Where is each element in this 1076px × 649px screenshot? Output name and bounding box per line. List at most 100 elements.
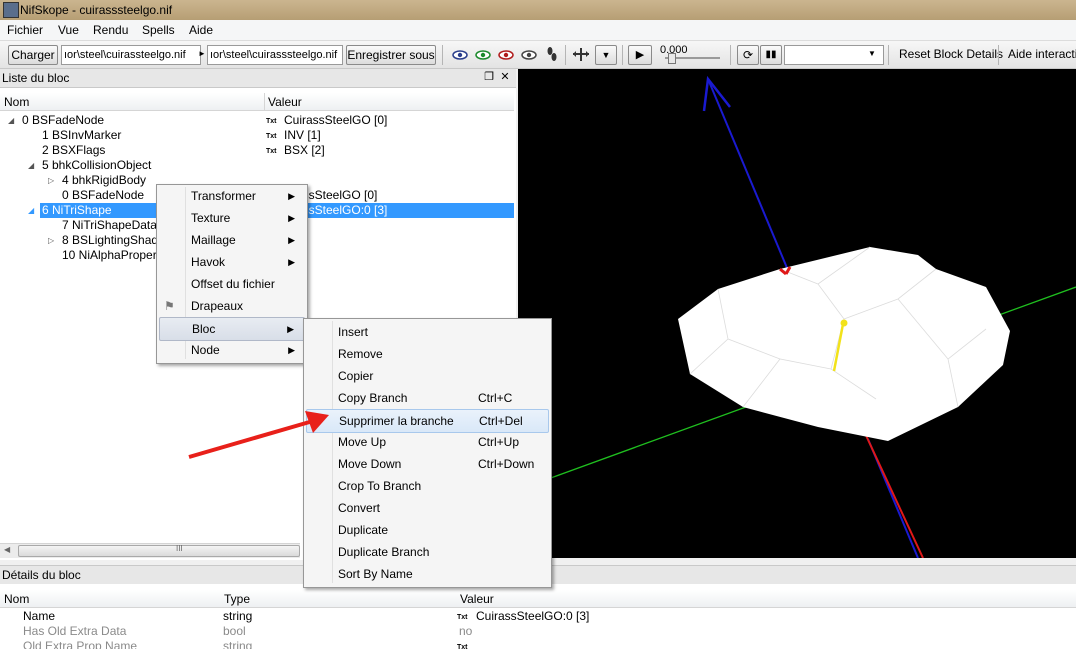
column-header-name[interactable]: Nom xyxy=(4,95,29,109)
column-header-value[interactable]: Valeur xyxy=(268,95,302,109)
details-row-value[interactable]: CuirassSteelGO:0 [3] xyxy=(476,609,589,624)
submenu-arrow-icon: ▶ xyxy=(288,345,295,355)
tree-row[interactable]: 1 BSInvMarker Txt INV [1] xyxy=(0,128,514,143)
tree-row-name: 6 NiTriShape xyxy=(42,203,112,217)
reset-block-details-button[interactable]: Reset Block Details xyxy=(899,47,1003,61)
view-eye-gray-icon[interactable] xyxy=(521,49,537,60)
details-column-type[interactable]: Type xyxy=(224,592,250,606)
details-row[interactable]: Old Extra Prop Name string Txt xyxy=(0,639,1076,649)
save-as-button[interactable]: Enregistrer sous xyxy=(346,45,436,65)
tree-row[interactable]: ◢ 5 bhkCollisionObject xyxy=(0,158,514,173)
horizontal-scrollbar[interactable]: ◀ III xyxy=(0,543,300,558)
expanded-arrow-icon[interactable]: ◢ xyxy=(8,113,14,128)
tree-row-name: 0 BSFadeNode xyxy=(22,113,105,127)
details-row-type: string xyxy=(223,609,253,623)
submenu-arrow-icon: ▶ xyxy=(288,213,295,223)
collapsed-arrow-icon[interactable]: ▷ xyxy=(48,233,54,248)
submenu-item-copier[interactable]: Copier xyxy=(306,365,549,387)
toolbar-separator xyxy=(622,45,623,65)
block-list-titlebar: Liste du bloc xyxy=(0,69,516,88)
app-icon xyxy=(3,2,19,18)
submenu-item-insert[interactable]: Insert xyxy=(306,321,549,343)
details-column-name[interactable]: Nom xyxy=(4,592,29,606)
menu-item-transformer[interactable]: Transformer ▶ xyxy=(159,185,305,207)
menu-bar: Fichier Vue Rendu Spells Aide xyxy=(0,20,1076,41)
scene-render xyxy=(547,75,1076,558)
tree-row-value: assSteelGO:0 [3] xyxy=(296,203,388,217)
walk-icon[interactable] xyxy=(546,46,558,63)
toolbar-separator xyxy=(730,45,731,65)
play-button[interactable]: ▶ xyxy=(628,45,652,65)
undock-icon[interactable]: ❐ xyxy=(483,71,495,83)
txt-icon: Txt xyxy=(266,148,277,155)
submenu-item-move-down[interactable]: Move Down Ctrl+Down xyxy=(306,453,549,475)
submenu-item-sort-by-name[interactable]: Sort By Name xyxy=(306,563,549,585)
load-path-field[interactable]: ıor\steel\cuirassteelgo.nif xyxy=(61,45,201,65)
submenu-item-convert[interactable]: Convert xyxy=(306,497,549,519)
view-eye-green-icon[interactable] xyxy=(475,49,491,60)
tree-row-name: 10 NiAlphaProper xyxy=(62,248,157,262)
bloc-submenu: Insert Remove Copier Copy Branch Ctrl+C S… xyxy=(303,318,552,588)
toolbar: Charger ıor\steel\cuirassteelgo.nif ► ıo… xyxy=(0,41,1076,69)
menu-item-maillage[interactable]: Maillage ▶ xyxy=(159,229,305,251)
load-button[interactable]: Charger xyxy=(8,45,58,65)
submenu-item-remove[interactable]: Remove xyxy=(306,343,549,365)
menu-item-offset-du-fichier[interactable]: Offset du fichier xyxy=(159,273,305,295)
tree-row[interactable]: 2 BSXFlags Txt BSX [2] xyxy=(0,143,514,158)
view-dropdown-button[interactable]: ▼ xyxy=(595,45,617,65)
scrollbar-thumb[interactable] xyxy=(18,545,300,557)
expanded-arrow-icon[interactable]: ◢ xyxy=(28,203,34,218)
interactive-help-button[interactable]: Aide interactive xyxy=(1008,47,1076,61)
tree-row[interactable]: ◢ 0 BSFadeNode Txt CuirassSteelGO [0] xyxy=(0,113,514,128)
details-row[interactable]: Name string Txt CuirassSteelGO:0 [3] xyxy=(0,609,1076,624)
tree-row-name: 2 BSXFlags xyxy=(42,143,106,157)
close-icon[interactable]: ✕ xyxy=(499,71,511,83)
details-row-type: string xyxy=(223,639,253,649)
txt-icon: Txt xyxy=(266,133,277,140)
menu-aide[interactable]: Aide xyxy=(189,23,213,37)
menu-rendu[interactable]: Rendu xyxy=(93,23,128,37)
scroll-left-icon[interactable]: ◀ xyxy=(4,545,10,554)
submenu-item-duplicate-branch[interactable]: Duplicate Branch xyxy=(306,541,549,563)
menu-item-node[interactable]: Node ▶ xyxy=(159,339,305,361)
menu-item-bloc[interactable]: Bloc ▶ xyxy=(159,317,305,341)
details-row-type: bool xyxy=(223,624,246,638)
submenu-item-supprimer-la-branche[interactable]: Supprimer la branche Ctrl+Del xyxy=(306,409,549,433)
render-viewport[interactable] xyxy=(518,69,1076,558)
menu-vue[interactable]: Vue xyxy=(58,23,79,37)
time-slider-handle[interactable] xyxy=(668,53,676,64)
toolbar-separator xyxy=(888,45,889,65)
details-column-value[interactable]: Valeur xyxy=(460,592,494,606)
switch-button[interactable]: ▮▮ xyxy=(760,45,782,65)
load-path-arrow-icon[interactable]: ► xyxy=(198,49,206,58)
details-row-name: Has Old Extra Data xyxy=(23,624,127,638)
menu-item-texture[interactable]: Texture ▶ xyxy=(159,207,305,229)
tree-row-value: BSX [2] xyxy=(284,143,325,157)
collapsed-arrow-icon[interactable]: ▷ xyxy=(48,173,54,188)
expanded-arrow-icon[interactable]: ◢ xyxy=(28,158,34,173)
menu-item-drapeaux[interactable]: ⚑ Drapeaux xyxy=(159,295,305,317)
submenu-arrow-icon: ▶ xyxy=(287,324,294,334)
submenu-item-duplicate[interactable]: Duplicate xyxy=(306,519,549,541)
move-axes-icon[interactable] xyxy=(572,47,590,62)
loop-button[interactable]: ⟳ xyxy=(737,45,759,65)
submenu-item-move-up[interactable]: Move Up Ctrl+Up xyxy=(306,431,549,453)
menu-spells[interactable]: Spells xyxy=(142,23,175,37)
details-row-name: Old Extra Prop Name xyxy=(23,639,138,649)
toolbar-separator xyxy=(998,45,999,65)
submenu-item-copy-branch[interactable]: Copy Branch Ctrl+C xyxy=(306,387,549,409)
menu-item-havok[interactable]: Havok ▶ xyxy=(159,251,305,273)
details-row-value[interactable]: no xyxy=(459,624,472,639)
details-row-name: Name xyxy=(23,609,56,623)
view-eye-blue-icon[interactable] xyxy=(452,49,468,60)
column-divider[interactable] xyxy=(264,93,265,110)
context-menu: Transformer ▶ Texture ▶ Maillage ▶ Havok ▶ O… xyxy=(156,184,308,364)
menu-fichier[interactable]: Fichier xyxy=(7,23,43,37)
details-row[interactable]: Has Old Extra Data bool no xyxy=(0,624,1076,639)
view-eye-red-icon[interactable] xyxy=(498,49,514,60)
submenu-item-crop-to-branch[interactable]: Crop To Branch xyxy=(306,475,549,497)
tree-row-name: 1 BSInvMarker xyxy=(42,128,122,142)
save-path-field[interactable]: ıor\steel\cuirasssteelgo.nif xyxy=(207,45,343,65)
chevron-down-icon[interactable]: ▼ xyxy=(868,49,876,58)
scrollbar-grip: III xyxy=(176,544,183,553)
